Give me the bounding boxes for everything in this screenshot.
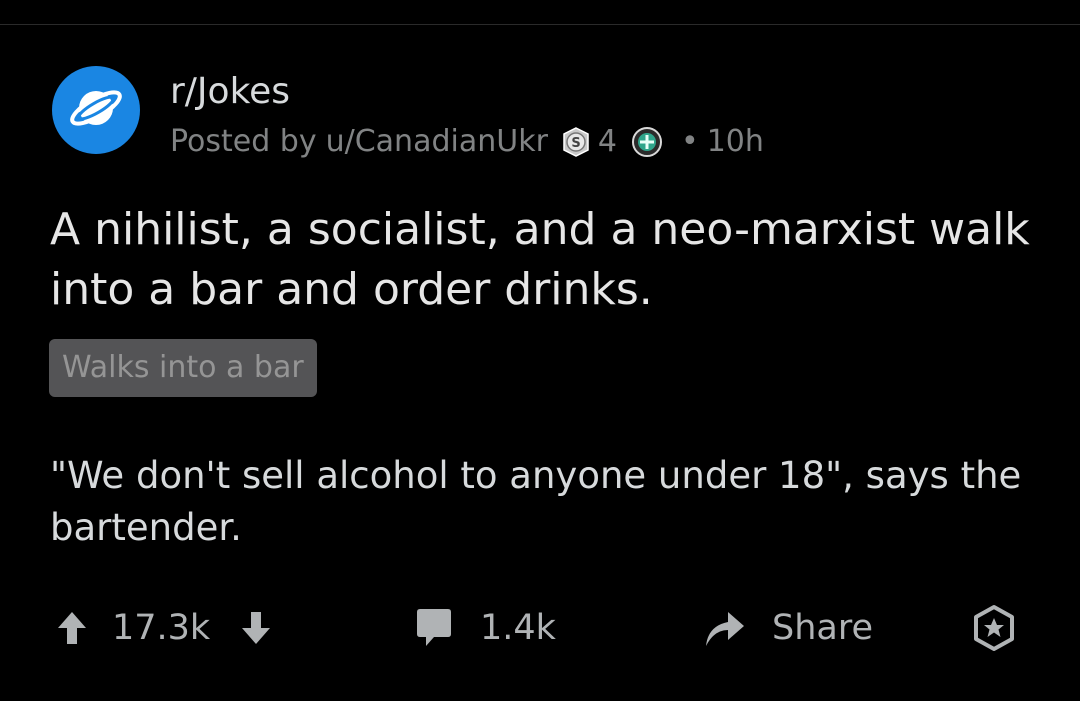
post-meta: r/Jokes Posted by u/CanadianUkr S 4 • 10… bbox=[170, 66, 764, 164]
post-age: 10h bbox=[706, 124, 764, 159]
post-flair[interactable]: Walks into a bar bbox=[49, 339, 317, 397]
comment-count: 1.4k bbox=[480, 608, 556, 648]
post-title[interactable]: A nihilist, a socialist, and a neo-marxi… bbox=[50, 200, 1050, 320]
share-button[interactable]: Share bbox=[702, 598, 873, 658]
arrow-up-icon[interactable] bbox=[54, 608, 90, 648]
gift-award-icon bbox=[970, 604, 1018, 652]
share-arrow-icon bbox=[702, 606, 746, 650]
subreddit-name[interactable]: r/Jokes bbox=[170, 68, 764, 116]
share-label: Share bbox=[772, 608, 874, 648]
action-bar: 17.3k 1.4k Share bbox=[0, 598, 1080, 658]
arrow-down-icon[interactable] bbox=[238, 608, 274, 648]
svg-text:S: S bbox=[571, 136, 580, 151]
comments-button[interactable]: 1.4k bbox=[412, 598, 556, 658]
helpful-award-icon[interactable] bbox=[631, 126, 663, 158]
planet-icon bbox=[66, 78, 126, 142]
vote-group: 17.3k bbox=[54, 598, 274, 658]
comment-bubble-icon bbox=[412, 606, 456, 650]
username-link[interactable]: u/CanadianUkr bbox=[326, 120, 548, 164]
top-divider bbox=[0, 24, 1080, 25]
award-count: 4 bbox=[597, 124, 617, 159]
vote-count: 17.3k bbox=[112, 608, 211, 648]
byline: Posted by u/CanadianUkr S 4 • 10h bbox=[170, 120, 764, 164]
silver-award-icon[interactable]: S bbox=[560, 126, 592, 158]
meta-separator: • bbox=[681, 124, 699, 159]
post-body: "We don't sell alcohol to anyone under 1… bbox=[50, 454, 1022, 549]
subreddit-avatar[interactable] bbox=[52, 66, 140, 154]
award-button[interactable] bbox=[970, 598, 1018, 658]
posted-by-label: Posted by bbox=[170, 124, 317, 159]
post-header: r/Jokes Posted by u/CanadianUkr S 4 • 10… bbox=[52, 66, 764, 164]
